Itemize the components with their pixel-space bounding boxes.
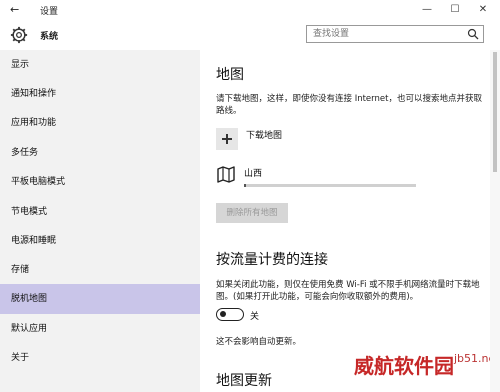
sidebar-item-storage[interactable]: 存储 xyxy=(0,255,200,285)
search-box[interactable] xyxy=(306,25,484,43)
watermark-url: jb51.net xyxy=(454,352,490,365)
maps-description: 请下载地图，这样，即使你没有连接 Internet，也可以搜索地点并获取路线。 xyxy=(216,94,482,116)
sidebar-item-notifications[interactable]: 通知和操作 xyxy=(0,79,200,109)
toggle-state-label: 关 xyxy=(250,312,260,322)
minimize-button[interactable]: — xyxy=(412,0,442,20)
metered-toggle[interactable] xyxy=(216,308,244,321)
watermark: 威航软件园 xyxy=(354,354,454,378)
close-button[interactable]: ✕ xyxy=(468,0,498,20)
search-icon[interactable] xyxy=(467,28,479,40)
scrollbar[interactable] xyxy=(490,50,500,392)
toggle-knob xyxy=(220,311,226,317)
download-progress-bar xyxy=(244,184,416,187)
sidebar: 显示 通知和操作 应用和功能 多任务 平板电脑模式 节电模式 电源和睡眠 存储 … xyxy=(0,50,200,392)
delete-all-maps-button[interactable]: 删除所有地图 xyxy=(216,203,288,223)
metered-heading: 按流量计费的连接 xyxy=(216,252,328,268)
maximize-button[interactable]: ☐ xyxy=(440,0,470,20)
download-maps-label[interactable]: 下载地图 xyxy=(246,128,282,141)
sidebar-item-display[interactable]: 显示 xyxy=(0,50,200,80)
download-maps-button[interactable] xyxy=(216,128,238,150)
sidebar-item-default-apps[interactable]: 默认应用 xyxy=(0,314,200,344)
map-icon xyxy=(217,166,235,183)
sidebar-item-offline-maps[interactable]: 脱机地图 xyxy=(0,284,200,314)
sidebar-item-multitasking[interactable]: 多任务 xyxy=(0,138,200,168)
sidebar-item-apps-features[interactable]: 应用和功能 xyxy=(0,108,200,138)
map-updates-heading: 地图更新 xyxy=(216,373,272,389)
sidebar-item-battery-saver[interactable]: 节电模式 xyxy=(0,197,200,227)
maps-heading: 地图 xyxy=(216,67,244,83)
title-bar: ← 设置 — ☐ ✕ xyxy=(0,0,500,20)
auto-update-note: 这不会影响自动更新。 xyxy=(216,337,302,347)
back-arrow-icon[interactable]: ← xyxy=(10,3,19,16)
scrollbar-thumb[interactable] xyxy=(493,52,497,172)
sidebar-item-about[interactable]: 关于 xyxy=(0,343,200,373)
main-content: 地图 请下载地图，这样，即使你没有连接 Internet，也可以搜索地点并获取路… xyxy=(200,50,490,392)
window-title: 设置 xyxy=(40,7,59,17)
map-item-name: 山西 xyxy=(244,169,263,179)
page-title: 系统 xyxy=(40,32,59,42)
sidebar-item-power-sleep[interactable]: 电源和睡眠 xyxy=(0,226,200,256)
download-progress-fill xyxy=(244,184,246,187)
gear-icon xyxy=(10,26,28,44)
sidebar-item-tablet-mode[interactable]: 平板电脑模式 xyxy=(0,167,200,197)
search-input[interactable] xyxy=(307,26,462,42)
metered-description: 如果关闭此功能，则仅在使用免费 Wi-Fi 或不限手机网络流量时下载地图。(如果… xyxy=(216,280,480,302)
